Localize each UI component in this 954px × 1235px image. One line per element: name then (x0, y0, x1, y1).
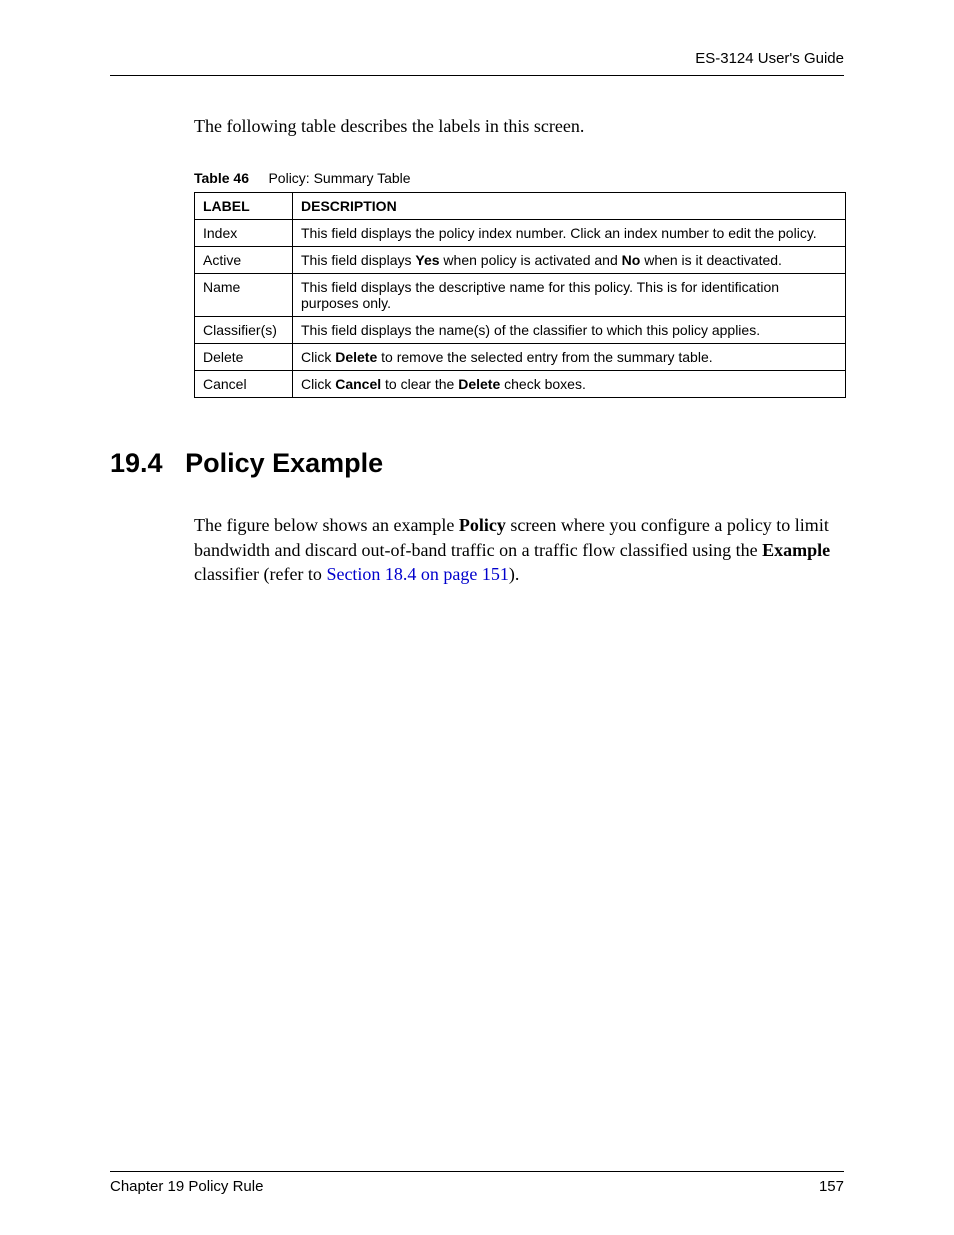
table-row: Active This field displays Yes when poli… (195, 247, 846, 274)
table-row: Delete Click Delete to remove the select… (195, 344, 846, 371)
desc-bold: Cancel (335, 376, 381, 392)
para-text: The figure below shows an example (194, 515, 459, 535)
section-spacer (170, 448, 185, 478)
cell-label: Classifier(s) (195, 317, 293, 344)
cell-desc: Click Delete to remove the selected entr… (293, 344, 846, 371)
header-guide: ES-3124 User's Guide (110, 50, 844, 76)
table-caption-spacer (253, 170, 265, 186)
desc-text: Click (301, 376, 335, 392)
desc-text: check boxes. (500, 376, 586, 392)
cell-desc: This field displays the descriptive name… (293, 274, 846, 317)
summary-table: LABEL DESCRIPTION Index This field displ… (194, 192, 846, 398)
cell-desc: This field displays the name(s) of the c… (293, 317, 846, 344)
page-footer: Chapter 19 Policy Rule 157 (110, 1171, 844, 1195)
body-paragraph: The figure below shows an example Policy… (194, 513, 844, 586)
footer-page-number: 157 (819, 1178, 844, 1195)
table-header-row: LABEL DESCRIPTION (195, 193, 846, 220)
desc-text: when is it deactivated. (640, 252, 782, 268)
cell-label: Index (195, 220, 293, 247)
para-bold: Example (762, 540, 830, 560)
cell-desc: This field displays Yes when policy is a… (293, 247, 846, 274)
cross-reference-link[interactable]: Section 18.4 on page 151 (326, 564, 508, 584)
table-row: Index This field displays the policy ind… (195, 220, 846, 247)
section-number: 19.4 (110, 448, 163, 478)
cell-label: Active (195, 247, 293, 274)
cell-desc: This field displays the policy index num… (293, 220, 846, 247)
footer-chapter: Chapter 19 Policy Rule (110, 1178, 263, 1195)
header-description: DESCRIPTION (293, 193, 846, 220)
desc-text: to remove the selected entry from the su… (377, 349, 712, 365)
table-caption-title: Policy: Summary Table (268, 170, 410, 186)
section-title: Policy Example (185, 448, 383, 478)
table-row: Cancel Click Cancel to clear the Delete … (195, 371, 846, 398)
cell-label: Name (195, 274, 293, 317)
desc-bold: Delete (335, 349, 377, 365)
cell-label: Cancel (195, 371, 293, 398)
cell-label: Delete (195, 344, 293, 371)
desc-bold: No (622, 252, 641, 268)
desc-text: Click (301, 349, 335, 365)
para-text: ). (509, 564, 520, 584)
para-bold: Policy (459, 515, 506, 535)
section-heading: 19.4 Policy Example (110, 448, 844, 479)
table-row: Name This field displays the descriptive… (195, 274, 846, 317)
table-caption: Table 46 Policy: Summary Table (194, 170, 844, 186)
desc-text: when policy is activated and (440, 252, 622, 268)
table-caption-number: Table 46 (194, 170, 249, 186)
desc-bold: Delete (458, 376, 500, 392)
table-row: Classifier(s) This field displays the na… (195, 317, 846, 344)
desc-bold: Yes (415, 252, 439, 268)
para-text: classifier (refer to (194, 564, 326, 584)
desc-text: This field displays (301, 252, 415, 268)
intro-text: The following table describes the labels… (194, 114, 844, 138)
header-label: LABEL (195, 193, 293, 220)
cell-desc: Click Cancel to clear the Delete check b… (293, 371, 846, 398)
desc-text: to clear the (381, 376, 458, 392)
